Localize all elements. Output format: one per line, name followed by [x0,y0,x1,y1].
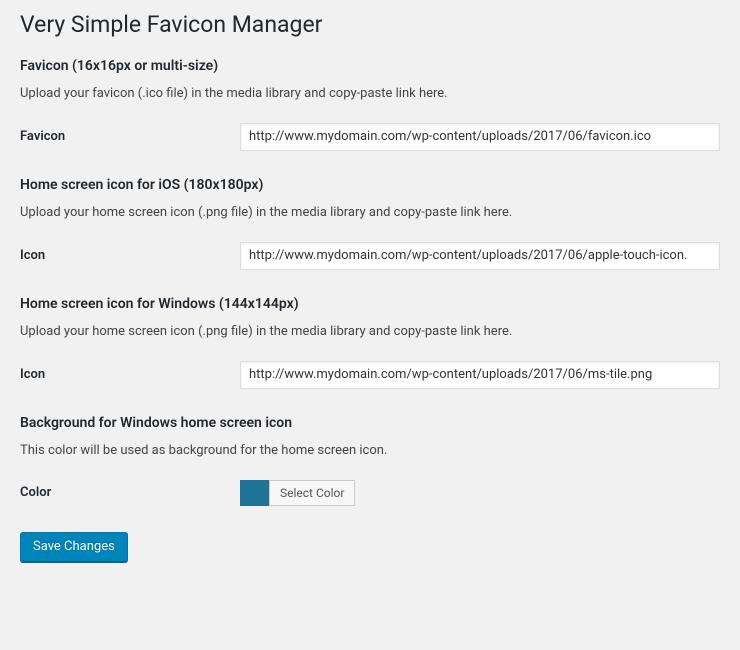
color-picker: Select Color [240,480,720,506]
submit-row: Save Changes [20,532,720,562]
windows-heading: Home screen icon for Windows (144x144px) [20,296,720,312]
ios-label: Icon [20,248,240,263]
bgcolor-label: Color [20,485,240,500]
ios-heading: Home screen icon for iOS (180x180px) [20,177,720,193]
ios-icon-input[interactable] [240,242,720,270]
section-ios: Home screen icon for iOS (180x180px) Upl… [20,177,720,270]
color-swatch[interactable] [240,480,270,506]
windows-icon-input[interactable] [240,361,720,389]
favicon-label: Favicon [20,129,240,144]
favicon-input[interactable] [240,123,720,151]
section-windows: Home screen icon for Windows (144x144px)… [20,296,720,389]
windows-row: Icon [20,361,720,389]
windows-description: Upload your home screen icon (.png file)… [20,324,720,339]
bgcolor-input-wrap: Select Color [240,480,720,506]
section-bgcolor: Background for Windows home screen icon … [20,415,720,506]
section-favicon: Favicon (16x16px or multi-size) Upload y… [20,58,720,151]
bgcolor-row: Color Select Color [20,480,720,506]
select-color-button[interactable]: Select Color [269,480,355,506]
windows-label: Icon [20,367,240,382]
ios-input-wrap [240,242,720,270]
ios-row: Icon [20,242,720,270]
page-title: Very Simple Favicon Manager [20,10,720,40]
favicon-row: Favicon [20,123,720,151]
favicon-description: Upload your favicon (.ico file) in the m… [20,86,720,101]
bgcolor-heading: Background for Windows home screen icon [20,415,720,431]
windows-input-wrap [240,361,720,389]
ios-description: Upload your home screen icon (.png file)… [20,205,720,220]
save-changes-button[interactable]: Save Changes [20,532,128,562]
favicon-heading: Favicon (16x16px or multi-size) [20,58,720,74]
bgcolor-description: This color will be used as background fo… [20,443,720,458]
favicon-input-wrap [240,123,720,151]
